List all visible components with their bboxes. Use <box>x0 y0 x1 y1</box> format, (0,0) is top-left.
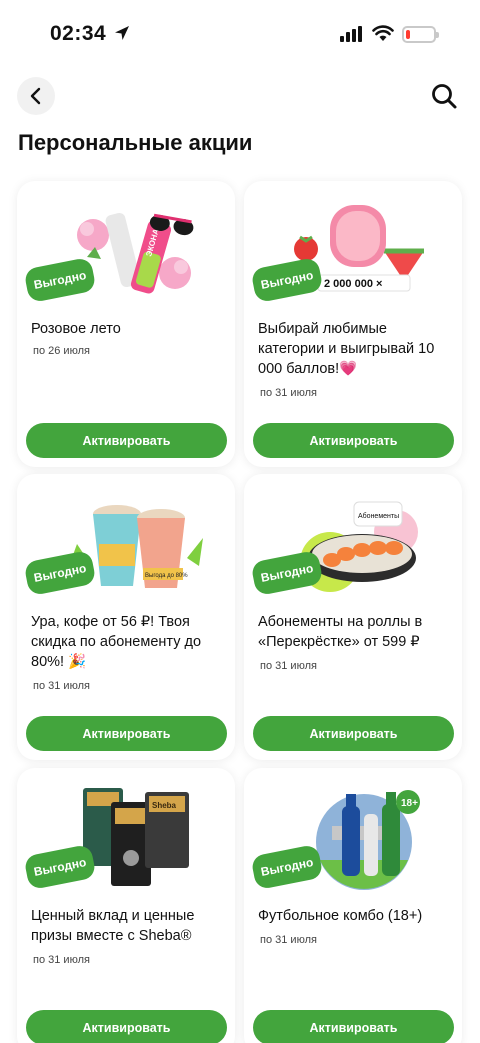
offer-image-caption: 2 000 000 × <box>324 278 382 290</box>
offer-card[interactable]: ЭКОНАД Выгодно Розовое лето по 26 июля А… <box>17 181 235 467</box>
page-title: Персональные акции <box>18 130 253 155</box>
offer-title: Розовое лето <box>31 321 121 337</box>
offer-title: Ура, кофе от 56 ₽! Твоя скидка по абонем… <box>31 614 202 670</box>
status-bar: 02:34 <box>0 0 480 70</box>
back-button[interactable] <box>17 77 55 115</box>
search-icon <box>432 84 457 109</box>
offer-title: Выбирай любимые категории и выигрывай 10… <box>258 321 435 377</box>
cellular-signal-icon <box>340 26 362 42</box>
offer-card[interactable]: 2 000 000 × Выгодно Выбирай любимые кате… <box>244 181 462 467</box>
activate-button[interactable]: Активировать <box>253 1010 454 1043</box>
offer-date: по 31 июля <box>260 934 317 946</box>
activate-button[interactable]: Активировать <box>253 423 454 458</box>
offer-date: по 31 июля <box>260 387 317 399</box>
offer-date: по 31 июля <box>33 680 90 692</box>
offer-title: Абонементы на роллы в «Перекрёстке» от 5… <box>258 614 423 650</box>
search-button[interactable] <box>425 77 463 115</box>
offer-title: Футбольное комбо (18+) <box>258 908 423 924</box>
offer-date: по 31 июля <box>260 660 317 672</box>
offer-title: Ценный вклад и ценные призы вместе с She… <box>31 908 195 944</box>
offer-card[interactable]: Sheba Выгодно Ценный вклад и ценные приз… <box>17 768 235 1043</box>
activate-button[interactable]: Активировать <box>26 716 227 751</box>
activate-button[interactable]: Активировать <box>253 716 454 751</box>
wifi-icon <box>372 25 394 41</box>
offer-card[interactable]: 18+ Выгодно Футбольное комбо (18+) по 31… <box>244 768 462 1043</box>
offer-date: по 31 июля <box>33 954 90 966</box>
status-time: 02:34 <box>50 22 107 45</box>
activate-button[interactable]: Активировать <box>26 423 227 458</box>
location-arrow-icon <box>115 26 129 40</box>
offer-card[interactable]: Выгода до 80% Выгодно Ура, кофе от 56 ₽!… <box>17 474 235 760</box>
offer-image-caption: Sheba <box>152 801 177 810</box>
offer-image-caption: Выгода до 80% <box>145 573 188 579</box>
offer-image-caption: Абонементы <box>358 512 399 520</box>
activate-button[interactable]: Активировать <box>26 1010 227 1043</box>
age-restriction-label: 18+ <box>401 798 418 809</box>
battery-icon <box>402 26 439 43</box>
offer-date: по 26 июля <box>33 345 90 357</box>
offer-card[interactable]: Абонементы Выгодно Абонементы на роллы в… <box>244 474 462 760</box>
chevron-left-icon <box>30 87 41 105</box>
battery-level <box>406 30 410 39</box>
